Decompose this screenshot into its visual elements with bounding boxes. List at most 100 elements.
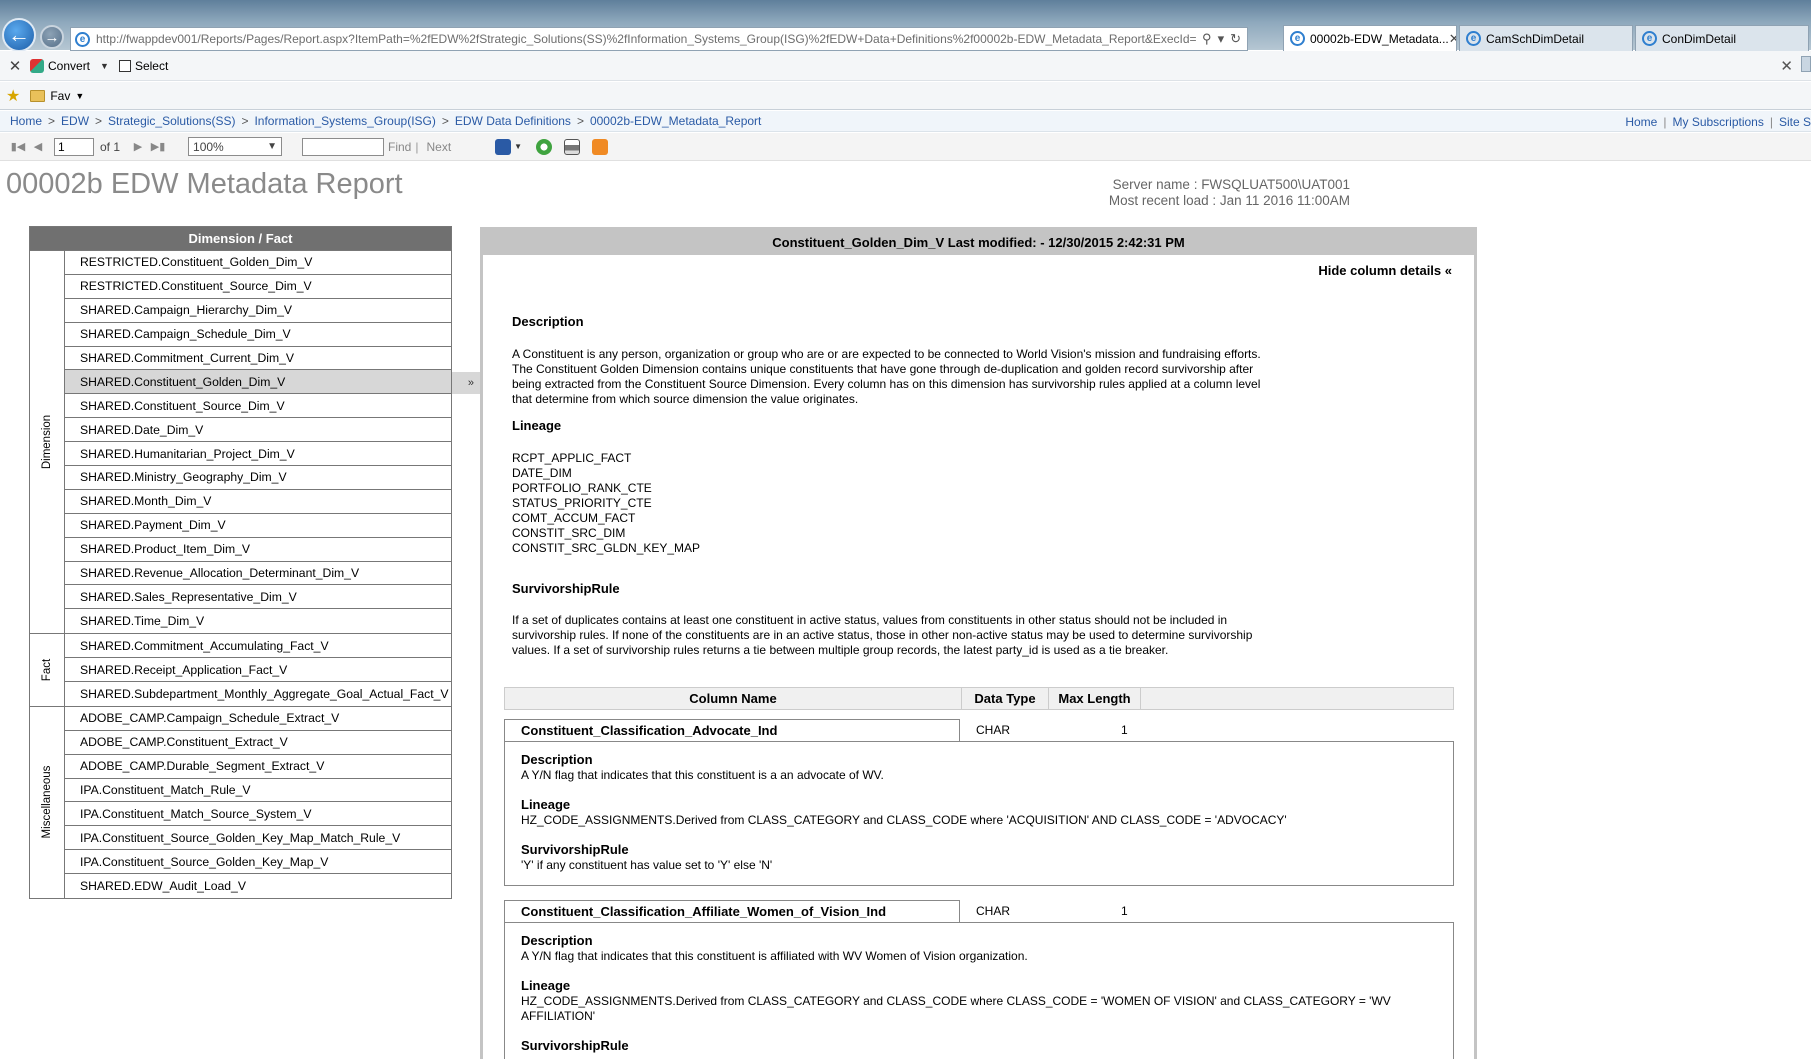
column-lineage: HZ_CODE_ASSIGNMENTS.Derived from CLASS_C… <box>521 813 1287 827</box>
server-info: Server name : FWSQLUAT500\UAT001 Most re… <box>1090 177 1350 209</box>
dimension-row[interactable]: SHARED.Humanitarian_Project_Dim_V <box>65 442 451 467</box>
previous-page-icon[interactable]: ◀ <box>28 140 48 153</box>
home-link[interactable]: Home <box>1625 115 1657 129</box>
dimension-row[interactable]: SHARED.Sales_Representative_Dim_V <box>65 585 451 610</box>
breadcrumb-current-report[interactable]: 00002b-EDW_Metadata_Report <box>590 114 761 128</box>
dimension-row[interactable]: SHARED.Constituent_Golden_Dim_V <box>65 370 451 395</box>
convert-button[interactable]: Convert <box>30 58 90 73</box>
dimension-row[interactable]: IPA.Constituent_Source_Golden_Key_Map_Ma… <box>65 826 451 851</box>
detail-panel: Constituent_Golden_Dim_V Last modified: … <box>480 227 1477 1059</box>
scroll-edge[interactable] <box>1801 56 1811 72</box>
dimension-row[interactable]: SHARED.Constituent_Source_Dim_V <box>65 394 451 419</box>
selection-connector: » <box>452 372 480 394</box>
dimension-row[interactable]: SHARED.Time_Dim_V <box>65 609 451 633</box>
dimension-row[interactable]: ADOBE_CAMP.Campaign_Schedule_Extract_V <box>65 707 451 731</box>
last-page-icon[interactable]: ▶▮ <box>148 140 168 153</box>
dimension-row[interactable]: SHARED.Commitment_Current_Dim_V <box>65 347 451 371</box>
column-data-type: CHAR <box>976 723 1011 737</box>
dimension-row[interactable]: SHARED.Month_Dim_V <box>65 490 451 514</box>
column-table-header: Column Name Data Type Max Length <box>504 687 1454 710</box>
description-text: A Constituent is any person, organizatio… <box>512 347 1261 406</box>
dimension-row[interactable]: IPA.Constituent_Match_Rule_V <box>65 779 451 803</box>
close-icon[interactable]: ✕ <box>1780 57 1793 75</box>
zoom-select[interactable]: 100% ▼ <box>188 137 283 156</box>
lineage-item: CONSTIT_SRC_GLDN_KEY_MAP <box>512 541 701 555</box>
find-link[interactable]: Find <box>388 140 411 154</box>
first-page-icon[interactable]: ▮◀ <box>8 140 28 153</box>
column-detail: Description A Y/N flag that indicates th… <box>504 741 1454 886</box>
page-number-input[interactable] <box>54 137 94 156</box>
description-heading: Description <box>512 314 584 329</box>
dimension-row[interactable]: SHARED.Campaign_Schedule_Dim_V <box>65 323 451 347</box>
column-max-length: 1 <box>1121 723 1128 737</box>
dimension-row[interactable]: SHARED.EDW_Audit_Load_V <box>65 874 451 898</box>
group-items: RESTRICTED.Constituent_Golden_Dim_V RESTR… <box>65 251 451 633</box>
breadcrumb: Home > EDW > Strategic_Solutions(SS) > I… <box>0 111 1811 132</box>
find-next-link[interactable]: Next <box>426 140 451 154</box>
url-text[interactable]: http://fwappdev001/Reports/Pages/Report.… <box>96 32 1196 46</box>
refresh-icon[interactable] <box>536 138 553 155</box>
report-viewer-toolbar: ▮◀ ◀ of 1 ▶ ▶▮ 100% ▼ Find | Next ▼ <box>0 133 1811 161</box>
dimension-row[interactable]: RESTRICTED.Constituent_Golden_Dim_V <box>65 251 451 275</box>
favorites-bar: ★ Fav ▼ <box>0 82 1811 110</box>
breadcrumb-edw-data-definitions[interactable]: EDW Data Definitions <box>455 114 571 128</box>
detail-header: Constituent_Golden_Dim_V Last modified: … <box>483 230 1474 255</box>
browser-tab-metadata-report[interactable]: e 00002b-EDW_Metadata... ✕ <box>1283 25 1457 51</box>
favorites-star-icon[interactable]: ★ <box>6 86 20 106</box>
search-icon[interactable]: ⚲ <box>1202 31 1212 47</box>
chevron-down-icon[interactable]: ▼ <box>100 61 109 71</box>
address-bar[interactable]: e http://fwappdev001/Reports/Pages/Repor… <box>70 27 1248 51</box>
dropdown-arrow-icon[interactable]: ▾ <box>1218 31 1225 47</box>
export-icon[interactable] <box>495 138 512 155</box>
select-button[interactable]: Select <box>118 59 168 73</box>
breadcrumb-strategic-solutions[interactable]: Strategic_Solutions(SS) <box>108 114 235 128</box>
dimension-row[interactable]: RESTRICTED.Constituent_Source_Dim_V <box>65 275 451 299</box>
column-description-label: Description <box>521 933 593 948</box>
dimension-row[interactable]: SHARED.Payment_Dim_V <box>65 514 451 538</box>
fav-folder-button[interactable]: Fav ▼ <box>30 89 84 103</box>
hide-column-details-link[interactable]: Hide column details « <box>1318 263 1452 278</box>
dimension-row[interactable]: SHARED.Campaign_Hierarchy_Dim_V <box>65 299 451 323</box>
close-icon[interactable]: ✕ <box>0 57 30 75</box>
browser-tab-condimdetail[interactable]: e ConDimDetail <box>1635 25 1809 51</box>
dimension-row[interactable]: SHARED.Date_Dim_V <box>65 418 451 443</box>
breadcrumb-home[interactable]: Home <box>10 114 42 128</box>
site-settings-link[interactable]: Site S <box>1779 115 1811 129</box>
dimension-row[interactable]: IPA.Constituent_Source_Golden_Key_Map_V <box>65 850 451 875</box>
lineage-heading: Lineage <box>512 418 562 433</box>
column-survivorship: 'Y' if any constituent has value set to … <box>521 858 773 872</box>
chevron-down-icon[interactable]: ▼ <box>514 142 522 151</box>
dimension-row[interactable]: SHARED.Product_Item_Dim_V <box>65 538 451 562</box>
browser-tab-camschdimdetail[interactable]: e CamSchDimDetail <box>1459 25 1633 51</box>
column-name[interactable]: Constituent_Classification_Advocate_Ind <box>504 719 960 741</box>
command-bar: ✕ Convert ▼ Select ✕ <box>0 51 1811 81</box>
column-row: Constituent_Classification_Advocate_Ind … <box>504 719 1454 741</box>
column-description: A Y/N flag that indicates that this cons… <box>521 768 884 782</box>
forward-arrow-icon[interactable]: → <box>40 25 64 49</box>
dimension-row[interactable]: ADOBE_CAMP.Constituent_Extract_V <box>65 731 451 755</box>
dimension-row[interactable]: IPA.Constituent_Match_Source_System_V <box>65 802 451 827</box>
most-recent-load: Most recent load : Jan 11 2016 11:00AM <box>1108 193 1350 208</box>
close-tab-icon[interactable]: ✕ <box>1449 31 1456 47</box>
column-name[interactable]: Constituent_Classification_Affiliate_Wom… <box>504 900 960 922</box>
my-subscriptions-link[interactable]: My Subscriptions <box>1672 115 1763 129</box>
breadcrumb-information-systems-group[interactable]: Information_Systems_Group(ISG) <box>254 114 435 128</box>
folder-icon <box>30 89 46 102</box>
dimension-row[interactable]: SHARED.Receipt_Application_Fact_V <box>65 658 451 683</box>
dimension-row[interactable]: ADOBE_CAMP.Durable_Segment_Extract_V <box>65 755 451 779</box>
dimension-row[interactable]: SHARED.Revenue_Allocation_Determinant_Di… <box>65 562 451 586</box>
back-arrow-icon[interactable]: ← <box>2 18 36 52</box>
dimension-row[interactable]: SHARED.Commitment_Accumulating_Fact_V <box>65 634 451 659</box>
breadcrumb-edw[interactable]: EDW <box>61 114 89 128</box>
survivorship-text: If a set of duplicates contains at least… <box>512 613 1253 657</box>
data-feed-icon[interactable] <box>592 138 609 155</box>
print-icon[interactable] <box>564 138 581 155</box>
dimension-group: Fact SHARED.Commitment_Accumulating_Fact_… <box>30 633 451 706</box>
next-page-icon[interactable]: ▶ <box>128 140 148 153</box>
ie-tab-icon: e <box>1642 31 1657 46</box>
dimension-row[interactable]: SHARED.Subdepartment_Monthly_Aggregate_G… <box>65 682 451 706</box>
find-text-input[interactable] <box>302 137 385 156</box>
dimension-row[interactable]: SHARED.Ministry_Geography_Dim_V <box>65 466 451 490</box>
refresh-icon[interactable]: ↻ <box>1230 31 1241 47</box>
group-label-cell: Fact <box>30 634 65 706</box>
